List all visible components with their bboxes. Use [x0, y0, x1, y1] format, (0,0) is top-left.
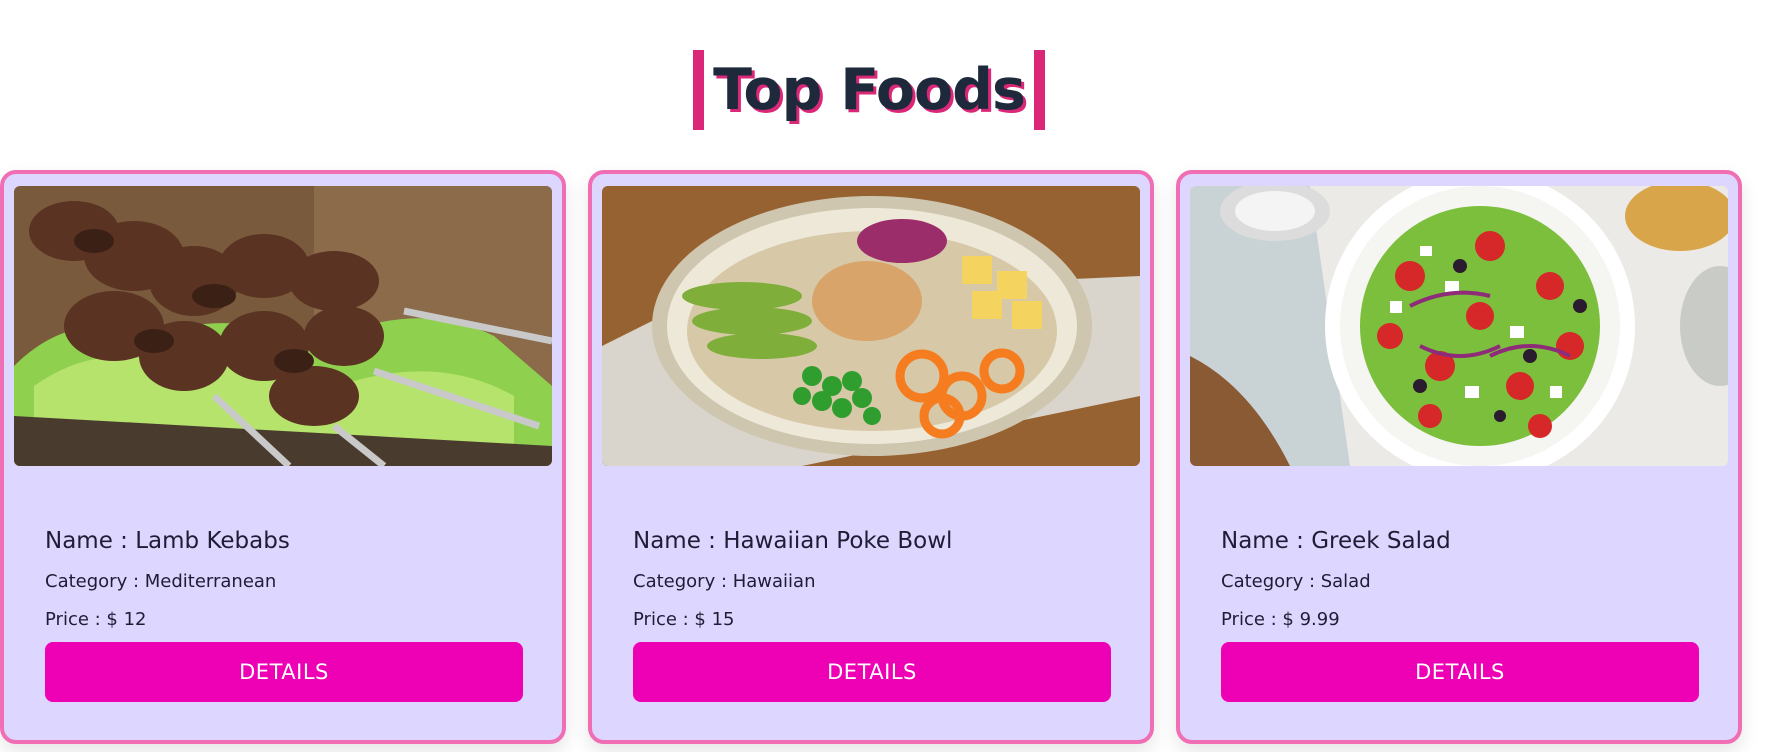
food-card: Name : Lamb Kebabs Category : Mediterran… — [0, 170, 566, 744]
heading-accent-bar-right — [1034, 50, 1045, 130]
details-button[interactable]: DETAILS — [1221, 642, 1699, 702]
food-image-poke-bowl — [602, 186, 1140, 466]
food-price: Price : $ 15 — [633, 609, 735, 630]
food-name: Name : Lamb Kebabs — [45, 528, 290, 554]
details-button[interactable]: DETAILS — [633, 642, 1111, 702]
food-info: Name : Hawaiian Poke Bowl Category : Haw… — [633, 524, 1113, 634]
food-image-lamb-kebabs — [14, 186, 552, 466]
food-name: Name : Greek Salad — [1221, 528, 1451, 554]
food-info: Name : Greek Salad Category : Salad Pric… — [1221, 524, 1701, 634]
section-heading: Top Foods — [693, 50, 1045, 130]
food-info: Name : Lamb Kebabs Category : Mediterran… — [45, 524, 525, 634]
food-card: Name : Hawaiian Poke Bowl Category : Haw… — [588, 170, 1154, 744]
food-name: Name : Hawaiian Poke Bowl — [633, 528, 953, 554]
page-title: Top Foods — [713, 57, 1026, 123]
food-price: Price : $ 12 — [45, 609, 147, 630]
food-price: Price : $ 9.99 — [1221, 609, 1340, 630]
food-category: Category : Hawaiian — [633, 571, 816, 592]
food-card: Name : Greek Salad Category : Salad Pric… — [1176, 170, 1742, 744]
food-category: Category : Mediterranean — [45, 571, 277, 592]
heading-accent-bar-left — [693, 50, 704, 130]
details-button[interactable]: DETAILS — [45, 642, 523, 702]
food-image-greek-salad — [1190, 186, 1728, 466]
food-category: Category : Salad — [1221, 571, 1371, 592]
food-card-grid: Name : Lamb Kebabs Category : Mediterran… — [0, 170, 1775, 745]
